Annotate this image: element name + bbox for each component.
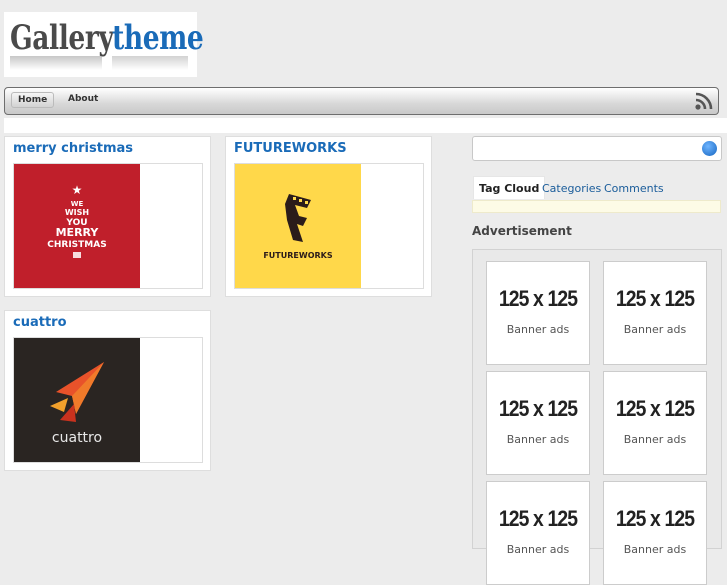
ad-size: 125 x 125 xyxy=(498,286,578,311)
nav-about[interactable]: About xyxy=(68,94,98,104)
christmas-line: WISH xyxy=(65,208,89,217)
main-navigation: Home About xyxy=(4,87,719,115)
site-logo[interactable]: Gallery theme xyxy=(4,12,204,77)
tab-tag-cloud[interactable]: Tag Cloud xyxy=(473,176,546,199)
logo-word-theme: theme xyxy=(112,18,204,58)
tab-categories[interactable]: Categories xyxy=(542,182,601,195)
banner-ad[interactable]: 125 x 125 Banner ads xyxy=(603,481,707,585)
advertisement-heading: Advertisement xyxy=(472,224,572,238)
search-icon[interactable] xyxy=(702,141,717,156)
ad-size: 125 x 125 xyxy=(498,506,578,531)
content-top-strip xyxy=(4,118,727,133)
ad-size: 125 x 125 xyxy=(615,396,695,421)
ad-size: 125 x 125 xyxy=(498,396,578,421)
christmas-line: WE xyxy=(71,200,84,208)
banner-ad[interactable]: 125 x 125 Banner ads xyxy=(486,371,590,475)
tab-comments[interactable]: Comments xyxy=(604,182,664,195)
post-card: FUTUREWORKS FUTUREWORKS xyxy=(225,136,432,297)
logo-word-gallery: Gallery xyxy=(10,18,114,58)
ad-size: 125 x 125 xyxy=(615,506,695,531)
ad-size: 125 x 125 xyxy=(615,286,695,311)
merry-christmas-image: ★ WE WISH YOU MERRY CHRISTMAS xyxy=(14,164,140,288)
post-title[interactable]: cuattro xyxy=(13,315,67,330)
tab-content xyxy=(472,200,721,213)
sidebar-tabs: Tag Cloud Categories Comments xyxy=(472,176,722,214)
ad-label: Banner ads xyxy=(623,433,687,446)
logo-reflection xyxy=(10,56,188,70)
post-card: merry christmas ★ WE WISH YOU MERRY CHRI… xyxy=(4,136,211,297)
cuattro-image: cuattro xyxy=(14,338,140,462)
futureworks-wordmark: FUTUREWORKS xyxy=(263,251,333,260)
futureworks-image: FUTUREWORKS xyxy=(235,164,361,288)
nav-home[interactable]: Home xyxy=(11,92,55,108)
post-thumbnail[interactable]: cuattro xyxy=(13,337,203,463)
cuattro-wordmark: cuattro xyxy=(52,430,102,446)
post-thumbnail[interactable]: ★ WE WISH YOU MERRY CHRISTMAS xyxy=(13,163,203,289)
ad-label: Banner ads xyxy=(506,323,570,336)
ad-label: Banner ads xyxy=(623,323,687,336)
post-card: cuattro cuattro xyxy=(4,310,211,471)
banner-ad[interactable]: 125 x 125 Banner ads xyxy=(603,261,707,365)
advertisement-panel: 125 x 125 Banner ads 125 x 125 Banner ad… xyxy=(472,249,722,585)
banner-ad[interactable]: 125 x 125 Banner ads xyxy=(486,481,590,585)
svg-text:★: ★ xyxy=(72,183,83,197)
rss-feed-icon[interactable] xyxy=(694,91,714,111)
ad-label: Banner ads xyxy=(506,433,570,446)
post-title[interactable]: FUTUREWORKS xyxy=(234,141,347,156)
search-input[interactable] xyxy=(472,136,722,161)
christmas-line: CHRISTMAS xyxy=(47,240,106,250)
christmas-line: MERRY xyxy=(56,226,100,239)
banner-ad[interactable]: 125 x 125 Banner ads xyxy=(603,371,707,475)
post-title[interactable]: merry christmas xyxy=(13,141,133,156)
post-thumbnail[interactable]: FUTUREWORKS xyxy=(234,163,424,289)
banner-ad[interactable]: 125 x 125 Banner ads xyxy=(486,261,590,365)
